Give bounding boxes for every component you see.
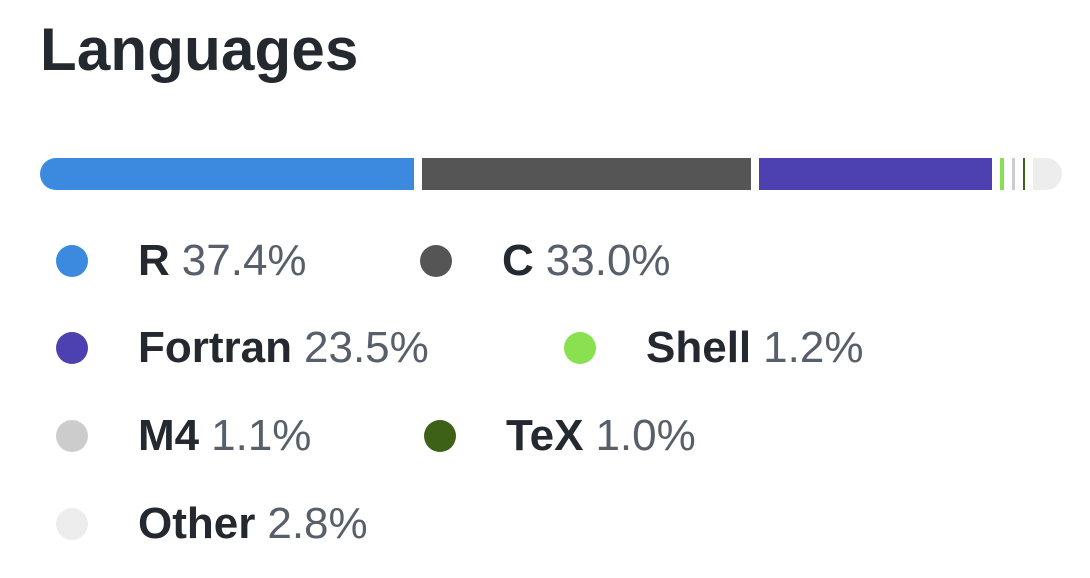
language-name: Other — [138, 499, 256, 548]
language-bar — [40, 158, 1062, 190]
legend-item-shell[interactable]: Shell 1.2% — [564, 323, 863, 373]
legend-item-other[interactable]: Other 2.8% — [56, 499, 368, 549]
language-bar-segment-tex — [1023, 158, 1034, 190]
language-color-dot-icon — [56, 508, 88, 540]
language-percent: 23.5% — [304, 323, 429, 372]
legend-item-m4[interactable]: M4 1.1% — [56, 411, 311, 461]
legend-item-c[interactable]: C 33.0% — [420, 236, 671, 286]
language-color-dot-icon — [56, 332, 88, 364]
legend-row: Other 2.8% — [0, 499, 1090, 549]
language-color-dot-icon — [564, 332, 596, 364]
language-name: R — [138, 236, 170, 285]
language-name: C — [502, 236, 534, 285]
language-name: TeX — [506, 411, 584, 460]
language-name: Fortran — [138, 323, 292, 372]
language-color-dot-icon — [56, 420, 88, 452]
language-percent: 1.0% — [595, 411, 696, 460]
legend-item-tex[interactable]: TeX 1.0% — [424, 411, 696, 461]
language-name: Shell — [646, 323, 752, 372]
language-bar-segment-m4 — [1011, 158, 1024, 190]
language-percent: 2.8% — [267, 499, 368, 548]
language-name: M4 — [138, 411, 200, 460]
language-bar-segment-fortran — [759, 158, 1000, 190]
legend-row: Fortran 23.5% Shell 1.2% — [0, 323, 1090, 373]
languages-title: Languages — [40, 16, 359, 83]
language-bar-segment-other — [1033, 158, 1062, 190]
language-bar-segment-r — [40, 158, 423, 190]
language-percent: 1.1% — [211, 411, 312, 460]
language-bar-segment-c — [422, 158, 760, 190]
legend-row: R 37.4% C 33.0% — [0, 236, 1090, 286]
language-percent: 33.0% — [545, 236, 671, 285]
language-percent: 1.2% — [763, 323, 864, 372]
language-color-dot-icon — [56, 245, 88, 277]
language-color-dot-icon — [424, 420, 456, 452]
legend-row: M4 1.1% TeX 1.0% — [0, 411, 1090, 461]
legend-item-fortran[interactable]: Fortran 23.5% — [56, 323, 429, 373]
language-bar-segment-shell — [999, 158, 1012, 190]
language-color-dot-icon — [420, 245, 452, 277]
legend-item-r[interactable]: R 37.4% — [56, 236, 307, 286]
language-percent: 37.4% — [181, 236, 307, 285]
